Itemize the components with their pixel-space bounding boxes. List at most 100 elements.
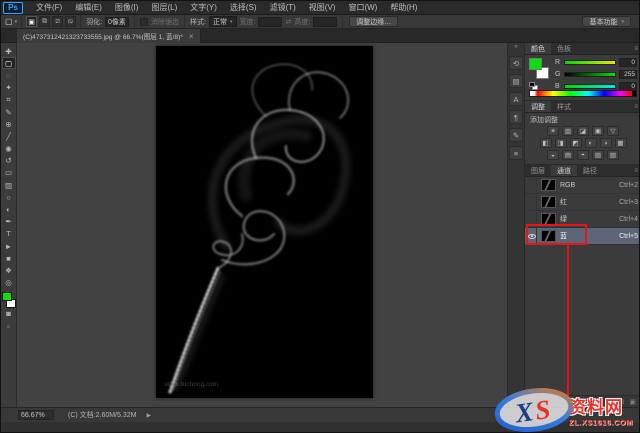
healing-brush-tool[interactable]: ⊕: [2, 118, 16, 130]
channel-row-red[interactable]: 红 Ctrl+3: [525, 194, 639, 211]
dock-clone-source-icon[interactable]: ≡: [509, 146, 523, 160]
green-slider-label: G: [555, 71, 561, 78]
marquee-tool[interactable]: ▢: [1, 57, 16, 70]
feather-input[interactable]: [105, 16, 130, 27]
tab-paths[interactable]: 路径: [577, 165, 603, 176]
menu-help[interactable]: 帮助(H): [384, 1, 423, 14]
menu-type[interactable]: 文字(Y): [184, 1, 223, 14]
close-icon[interactable]: ×: [189, 32, 194, 41]
menu-image[interactable]: 图像(I): [109, 1, 145, 14]
color-spectrum-ramp[interactable]: [529, 90, 637, 97]
green-value-input[interactable]: [619, 70, 637, 79]
dock-character-icon[interactable]: A: [509, 92, 523, 106]
style-select[interactable]: 正常 ▾: [208, 16, 237, 27]
menu-file[interactable]: 文件(F): [30, 1, 68, 14]
curves-icon[interactable]: ◪: [577, 126, 589, 136]
tab-layers[interactable]: 图层: [525, 165, 551, 176]
antialias-checkbox[interactable]: [140, 17, 149, 26]
canvas-area[interactable]: stock.tuchong.com: [17, 43, 507, 407]
marquee-tool-icon: ▢: [5, 17, 13, 26]
blur-tool[interactable]: ○: [2, 191, 16, 203]
channel-mixer-icon[interactable]: ◑: [599, 138, 612, 148]
visibility-toggle[interactable]: [527, 177, 537, 193]
crop-tool[interactable]: ⌗: [2, 94, 16, 106]
brush-tool[interactable]: ╱: [2, 130, 16, 142]
posterize-icon[interactable]: ▤: [562, 150, 574, 160]
hue-saturation-icon[interactable]: ◧: [539, 138, 552, 148]
lasso-tool[interactable]: ◌: [2, 69, 16, 81]
menu-window[interactable]: 窗口(W): [342, 1, 383, 14]
pen-tool[interactable]: ✒: [2, 216, 16, 228]
eraser-tool[interactable]: ▭: [2, 167, 16, 179]
threshold-icon[interactable]: ◓: [577, 150, 589, 160]
type-tool[interactable]: T: [2, 228, 16, 240]
invert-icon[interactable]: ◒: [547, 150, 559, 160]
dock-history-icon[interactable]: ⟲: [509, 56, 523, 70]
document-tab[interactable]: (C)4737312421323733555.jpg @ 66.7%(图层 1,…: [17, 29, 201, 43]
dock-notes-icon[interactable]: ✎: [509, 128, 523, 142]
menu-select[interactable]: 选择(S): [224, 1, 263, 14]
gradient-tool[interactable]: ▨: [2, 179, 16, 191]
screen-mode-button[interactable]: ▫: [2, 320, 16, 332]
exposure-icon[interactable]: ▣: [592, 126, 604, 136]
menu-layer[interactable]: 图层(L): [145, 1, 183, 14]
swap-dimensions-icon[interactable]: ⇄: [285, 18, 291, 26]
color-balance-icon[interactable]: ◨: [554, 138, 567, 148]
black-white-icon[interactable]: ◩: [569, 138, 582, 148]
eyedropper-tool[interactable]: ✎: [2, 106, 16, 118]
menu-edit[interactable]: 编辑(E): [69, 1, 108, 14]
channel-row-rgb[interactable]: RGB Ctrl+2: [525, 177, 639, 194]
green-slider[interactable]: [564, 72, 616, 77]
magic-wand-tool[interactable]: ✦: [2, 82, 16, 94]
red-slider[interactable]: [564, 60, 616, 65]
tab-swatches[interactable]: 色板: [551, 43, 577, 54]
height-input[interactable]: [313, 16, 338, 27]
quick-mask-button[interactable]: ◙: [2, 308, 16, 320]
expand-panels-icon[interactable]: «: [514, 44, 517, 52]
tab-adjustments[interactable]: 调整: [525, 101, 551, 112]
menu-view[interactable]: 视图(V): [303, 1, 342, 14]
new-selection-mode-icon[interactable]: ▣: [26, 16, 38, 27]
visibility-toggle[interactable]: [527, 194, 537, 210]
shape-tool[interactable]: ■: [2, 252, 16, 264]
style-label: 样式:: [190, 18, 206, 26]
photo-filter-icon[interactable]: ◐: [584, 138, 597, 148]
clone-stamp-tool[interactable]: ◉: [2, 143, 16, 155]
foreground-color-swatch[interactable]: [529, 58, 542, 70]
path-select-tool[interactable]: ►: [2, 240, 16, 252]
menu-filter[interactable]: 滤镜(T): [264, 1, 302, 14]
brightness-contrast-icon[interactable]: ☀: [547, 126, 559, 136]
panel-menu-icon[interactable]: ≡: [634, 101, 639, 112]
dock-paragraph-icon[interactable]: ¶: [509, 110, 523, 124]
intersect-selection-mode-icon[interactable]: ⧅: [65, 16, 77, 27]
tab-channels[interactable]: 通道: [551, 165, 577, 176]
tab-color[interactable]: 颜色: [525, 43, 551, 54]
document-image[interactable]: stock.tuchong.com: [156, 46, 373, 398]
levels-icon[interactable]: ▥: [562, 126, 574, 136]
tab-styles[interactable]: 样式: [551, 101, 577, 112]
selective-color-icon[interactable]: ▧: [607, 150, 619, 160]
zoom-tool[interactable]: ◎: [2, 277, 16, 289]
red-value-input[interactable]: [619, 58, 637, 67]
gradient-map-icon[interactable]: ▨: [592, 150, 604, 160]
status-options-arrow-icon[interactable]: ▶: [146, 412, 151, 419]
vibrance-icon[interactable]: ▽: [607, 126, 619, 136]
move-tool[interactable]: ✚: [2, 45, 16, 57]
history-brush-tool[interactable]: ↺: [2, 155, 16, 167]
color-lookup-icon[interactable]: ▦: [614, 138, 627, 148]
panel-menu-icon[interactable]: ≡: [634, 165, 639, 176]
panel-menu-icon[interactable]: ≡: [634, 43, 639, 54]
blue-slider[interactable]: [564, 84, 616, 89]
default-colors-icon[interactable]: [529, 82, 539, 90]
subtract-selection-mode-icon[interactable]: ⧄: [52, 16, 64, 27]
zoom-level-input[interactable]: [18, 410, 54, 420]
dock-properties-icon[interactable]: ▤: [509, 74, 523, 88]
active-tool-preset[interactable]: ▢ ▾: [1, 15, 23, 28]
width-input[interactable]: [258, 16, 283, 27]
add-selection-mode-icon[interactable]: ⧉: [39, 16, 51, 27]
foreground-color-swatch[interactable]: [1, 291, 12, 301]
hand-tool[interactable]: ❖: [2, 264, 16, 276]
dodge-tool[interactable]: ◐: [2, 203, 16, 215]
workspace-switcher[interactable]: 基本功能 ▾: [582, 16, 631, 27]
refine-edge-button[interactable]: 调整边缘…: [349, 16, 399, 27]
